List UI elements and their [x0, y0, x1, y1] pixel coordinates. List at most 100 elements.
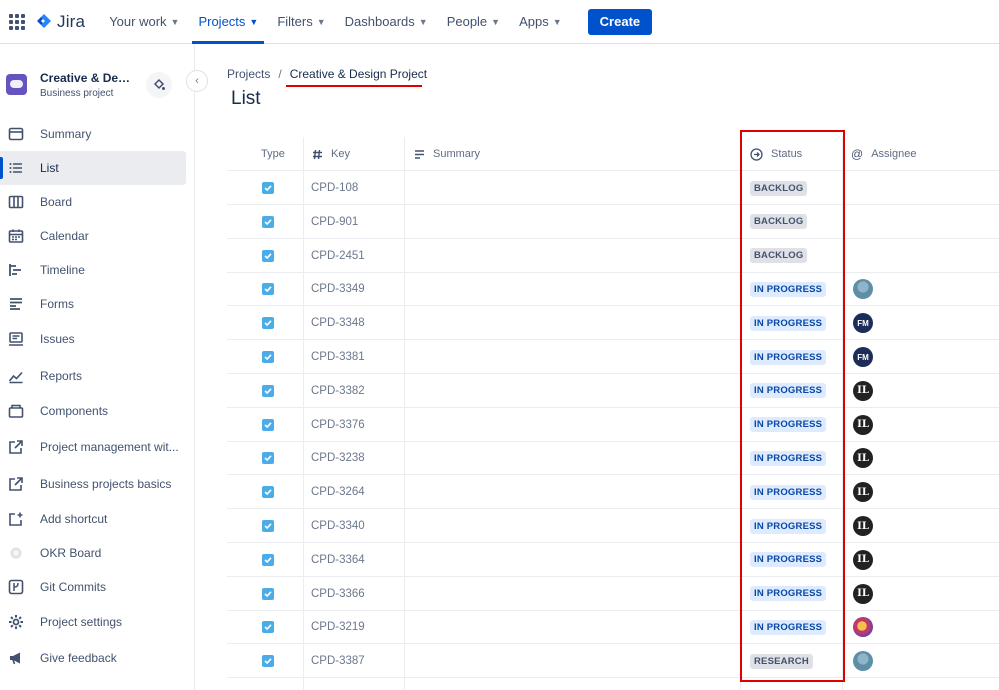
- nav-your-work[interactable]: Your work ▼: [103, 0, 185, 44]
- assignee-avatar[interactable]: IL: [853, 448, 873, 469]
- status-badge-in-progress[interactable]: IN PROGRESS: [750, 383, 827, 399]
- nav-apps[interactable]: Apps ▼: [513, 0, 568, 44]
- table-row[interactable]: CPD-3264 IN PROGRESS IL: [227, 475, 999, 510]
- status-badge-in-progress[interactable]: IN PROGRESS: [750, 518, 827, 534]
- issue-summary-cell[interactable]: [405, 509, 739, 543]
- status-badge-backlog[interactable]: BACKLOG: [750, 248, 808, 264]
- table-row[interactable]: CPD-3219 IN PROGRESS: [227, 610, 999, 645]
- issue-key[interactable]: CPD-3376: [311, 419, 365, 431]
- assignee-avatar[interactable]: IL: [853, 482, 873, 503]
- status-badge-in-progress[interactable]: IN PROGRESS: [750, 484, 827, 500]
- jira-logo[interactable]: Jira: [35, 12, 85, 32]
- assignee-avatar[interactable]: FM: [853, 313, 873, 334]
- issue-summary-cell[interactable]: [405, 543, 739, 577]
- sidebar-item-list[interactable]: List: [0, 151, 186, 185]
- table-row[interactable]: CPD-901 BACKLOG: [227, 205, 999, 239]
- assignee-avatar[interactable]: IL: [853, 380, 873, 401]
- table-row[interactable]: CPD-3238 IN PROGRESS IL: [227, 441, 999, 476]
- sidebar-item-summary[interactable]: Summary: [0, 117, 186, 151]
- breadcrumb-current-project[interactable]: Creative & Design Project: [290, 67, 427, 81]
- sidebar-item-give-feedback[interactable]: Give feedback: [0, 641, 186, 675]
- nav-filters[interactable]: Filters ▼: [271, 0, 331, 44]
- table-row[interactable]: CPD-3382 IN PROGRESS IL: [227, 374, 999, 408]
- table-row[interactable]: CPD-3376 IN PROGRESS IL: [227, 408, 999, 442]
- assignee-avatar[interactable]: IL: [853, 583, 873, 604]
- issue-key[interactable]: CPD-3264: [311, 486, 365, 498]
- status-badge-in-progress[interactable]: IN PROGRESS: [750, 450, 827, 466]
- assignee-avatar[interactable]: [853, 651, 873, 672]
- issue-key[interactable]: CPD-3366: [311, 588, 365, 600]
- sidebar-item-board[interactable]: Board: [0, 185, 186, 219]
- app-switcher-icon[interactable]: [9, 13, 25, 30]
- issue-key[interactable]: CPD-3219: [311, 621, 365, 633]
- nav-people[interactable]: People ▼: [441, 0, 506, 44]
- status-badge-in-progress[interactable]: IN PROGRESS: [750, 315, 827, 331]
- column-header-type[interactable]: Type: [261, 137, 285, 171]
- issue-summary-cell[interactable]: [405, 239, 739, 273]
- issue-summary-cell[interactable]: [405, 205, 739, 239]
- table-row[interactable]: CPD-3348 IN PROGRESS FM: [227, 306, 999, 341]
- table-row[interactable]: CPD-3381 IN PROGRESS FM: [227, 340, 999, 374]
- project-name[interactable]: Creative & Design Project: [40, 71, 135, 85]
- issue-key[interactable]: CPD-3348: [311, 317, 365, 329]
- status-badge-backlog[interactable]: BACKLOG: [750, 180, 808, 196]
- issue-key[interactable]: CPD-3381: [311, 351, 365, 363]
- sidebar-item-calendar[interactable]: Calendar: [0, 219, 186, 253]
- breadcrumb-projects[interactable]: Projects: [227, 67, 270, 81]
- issue-key[interactable]: CPD-3238: [311, 452, 365, 464]
- issue-key[interactable]: CPD-3387: [311, 655, 365, 667]
- sidebar-item-components[interactable]: Components: [0, 394, 186, 428]
- assignee-avatar[interactable]: IL: [853, 549, 873, 570]
- issue-key[interactable]: CPD-3382: [311, 385, 365, 397]
- issue-summary-cell[interactable]: [405, 441, 739, 475]
- issue-summary-cell[interactable]: [405, 171, 739, 205]
- issue-summary-cell[interactable]: [405, 475, 739, 509]
- issue-summary-cell[interactable]: [405, 577, 739, 611]
- table-row[interactable]: CPD-3340 IN PROGRESS IL: [227, 509, 999, 543]
- sidebar-item-project-management-wit[interactable]: Project management wit...: [0, 430, 186, 464]
- assignee-avatar[interactable]: [853, 279, 873, 300]
- table-row[interactable]: CPD-108 BACKLOG: [227, 171, 999, 205]
- column-header-key[interactable]: Key: [312, 137, 350, 171]
- assignee-avatar[interactable]: [853, 617, 873, 638]
- collapse-sidebar-button[interactable]: ‹: [186, 70, 208, 92]
- assignee-avatar[interactable]: IL: [853, 414, 873, 435]
- status-badge-in-progress[interactable]: IN PROGRESS: [750, 349, 827, 365]
- issue-summary-cell[interactable]: [405, 306, 739, 340]
- status-badge-in-progress[interactable]: IN PROGRESS: [750, 417, 827, 433]
- create-button[interactable]: Create: [587, 8, 653, 35]
- issue-summary-cell[interactable]: [405, 272, 739, 306]
- assignee-avatar[interactable]: IL: [853, 516, 873, 536]
- status-badge-backlog[interactable]: BACKLOG: [750, 214, 808, 230]
- issue-key[interactable]: CPD-108: [311, 182, 358, 194]
- column-header-summary[interactable]: Summary: [414, 137, 480, 171]
- issue-key[interactable]: CPD-901: [311, 216, 358, 228]
- sidebar-item-forms[interactable]: Forms: [0, 287, 186, 321]
- issue-summary-cell[interactable]: [405, 374, 739, 408]
- table-row[interactable]: CPD-2451 BACKLOG: [227, 239, 999, 273]
- nav-dashboards[interactable]: Dashboards ▼: [339, 0, 434, 44]
- sidebar-item-project-settings[interactable]: Project settings: [0, 605, 186, 639]
- sidebar-item-reports[interactable]: Reports: [0, 359, 186, 393]
- table-row[interactable]: CPD-3387 RESEARCH: [227, 644, 999, 679]
- issue-key[interactable]: CPD-3364: [311, 554, 365, 566]
- status-badge-in-progress[interactable]: IN PROGRESS: [750, 281, 827, 297]
- paint-bucket-icon[interactable]: [146, 72, 172, 98]
- issue-summary-cell[interactable]: [405, 408, 739, 442]
- table-row[interactable]: CPD-3364 IN PROGRESS IL: [227, 543, 999, 577]
- nav-projects[interactable]: Projects ▼: [192, 0, 265, 44]
- issue-summary-cell[interactable]: [405, 340, 739, 374]
- assignee-avatar[interactable]: FM: [853, 347, 873, 367]
- issue-summary-cell[interactable]: [405, 610, 739, 644]
- sidebar-item-issues[interactable]: Issues: [0, 322, 186, 356]
- table-row[interactable]: CPD-3349 IN PROGRESS: [227, 272, 999, 307]
- status-badge-in-progress[interactable]: IN PROGRESS: [750, 619, 827, 635]
- sidebar-item-git-commits[interactable]: Git Commits: [0, 570, 186, 604]
- status-badge-research[interactable]: RESEARCH: [750, 653, 813, 669]
- sidebar-item-add-shortcut[interactable]: Add shortcut: [0, 502, 186, 536]
- issue-key[interactable]: CPD-3349: [311, 283, 365, 295]
- issue-summary-cell[interactable]: [405, 644, 739, 678]
- column-header-assignee[interactable]: @ Assignee: [851, 137, 916, 171]
- sidebar-item-business-projects-basics[interactable]: Business projects basics: [0, 467, 186, 501]
- sidebar-item-okr-board[interactable]: OKR Board: [0, 536, 186, 570]
